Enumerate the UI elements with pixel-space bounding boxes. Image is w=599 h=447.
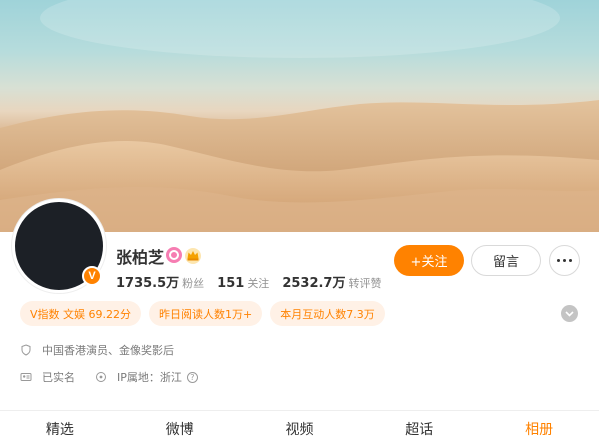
engagement-label: 转评赞 bbox=[348, 277, 382, 290]
profile-name: 张柏芝 bbox=[116, 248, 165, 267]
profile-page: V 张柏芝 1735.5万 粉丝 151 关注 2532.7万 转评赞 +关注 … bbox=[0, 0, 599, 447]
followers-count[interactable]: 1735.5万 bbox=[116, 272, 179, 291]
help-icon[interactable]: ? bbox=[186, 371, 198, 383]
cover-banner bbox=[0, 0, 599, 232]
engagement-count: 2532.7万 bbox=[282, 276, 346, 291]
tag-monthly-interactions[interactable]: 本月互动人数7.3万 bbox=[270, 301, 385, 326]
message-button[interactable]: 留言 bbox=[471, 245, 541, 276]
ip-location-text: IP属地：浙江 bbox=[117, 371, 182, 384]
following-count[interactable]: 151 bbox=[217, 276, 244, 291]
following-label[interactable]: 关注 bbox=[247, 275, 269, 291]
info-real-name: 已实名 bbox=[20, 369, 75, 385]
v-badge-icon: V bbox=[82, 266, 102, 286]
tab-featured[interactable]: 精选 bbox=[0, 411, 120, 447]
followers-label[interactable]: 粉丝 bbox=[182, 275, 204, 291]
tab-album[interactable]: 相册 bbox=[479, 411, 599, 447]
sand-illustration bbox=[0, 0, 599, 232]
crown-icon[interactable] bbox=[184, 246, 202, 264]
pink-badge-icon[interactable] bbox=[166, 247, 182, 263]
location-pin-icon bbox=[95, 371, 107, 383]
profile-tags: V指数 文娱 69.22分 昨日阅读人数1万+ 本月互动人数7.3万 bbox=[20, 301, 385, 326]
id-card-icon bbox=[20, 371, 32, 383]
real-name-text: 已实名 bbox=[42, 371, 75, 384]
follow-button[interactable]: +关注 bbox=[394, 245, 464, 276]
shield-icon bbox=[20, 344, 32, 356]
more-dots-icon[interactable] bbox=[549, 245, 580, 276]
tab-weibo[interactable]: 微博 bbox=[120, 411, 240, 447]
profile-stats: 1735.5万 粉丝 151 关注 2532.7万 转评赞 bbox=[116, 272, 394, 291]
info-description: 中国香港演员、金像奖影后 bbox=[20, 342, 174, 358]
chevron-down-icon[interactable] bbox=[561, 305, 578, 322]
description-text: 中国香港演员、金像奖影后 bbox=[42, 344, 174, 357]
profile-tabs: 精选 微博 视频 超话 相册 bbox=[0, 411, 599, 447]
tag-daily-readers[interactable]: 昨日阅读人数1万+ bbox=[149, 301, 263, 326]
info-ip-location: IP属地：浙江 ? bbox=[95, 369, 198, 385]
tab-video[interactable]: 视频 bbox=[240, 411, 360, 447]
tag-v-index[interactable]: V指数 文娱 69.22分 bbox=[20, 301, 142, 326]
tab-super-topic[interactable]: 超话 bbox=[359, 411, 479, 447]
